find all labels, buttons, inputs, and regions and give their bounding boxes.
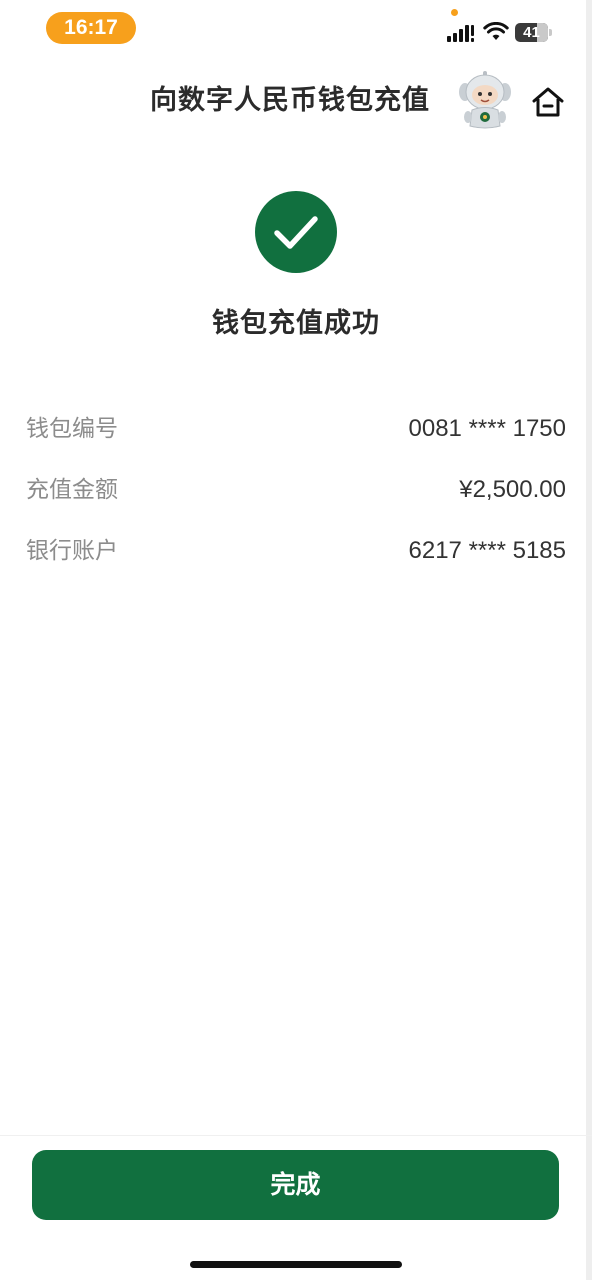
battery-level: 41: [523, 24, 540, 41]
detail-row-bank-account: 银行账户 6217 **** 5185: [26, 531, 566, 571]
home-indicator[interactable]: [190, 1261, 402, 1268]
detail-value: 6217 **** 5185: [408, 537, 566, 564]
check-circle-icon: [255, 191, 337, 273]
page-title: 向数字人民币钱包充值: [150, 85, 430, 116]
battery-cap: [549, 29, 552, 36]
status-bar: 16:17 41: [0, 0, 592, 56]
detail-label: 钱包编号: [26, 416, 118, 442]
privacy-indicator-dot: [451, 9, 458, 16]
status-time: 16:17: [46, 12, 136, 44]
detail-value: 0081 **** 1750: [408, 415, 566, 442]
done-button[interactable]: 完成: [32, 1150, 559, 1220]
battery-icon: 41: [515, 23, 548, 42]
detail-value: ¥2,500.00: [459, 476, 566, 503]
success-title: 钱包充值成功: [212, 308, 380, 339]
detail-label: 银行账户: [26, 538, 118, 564]
footer-divider: [0, 1135, 592, 1136]
detail-label: 充值金额: [26, 477, 118, 503]
home-icon[interactable]: [528, 82, 568, 122]
signal-icon: [447, 25, 474, 42]
robot-assistant-avatar[interactable]: [456, 70, 514, 130]
right-edge-strip: [586, 0, 592, 1280]
wifi-icon: [483, 22, 509, 40]
detail-row-amount: 充值金额 ¥2,500.00: [26, 470, 566, 510]
detail-row-wallet-number: 钱包编号 0081 **** 1750: [26, 409, 566, 449]
